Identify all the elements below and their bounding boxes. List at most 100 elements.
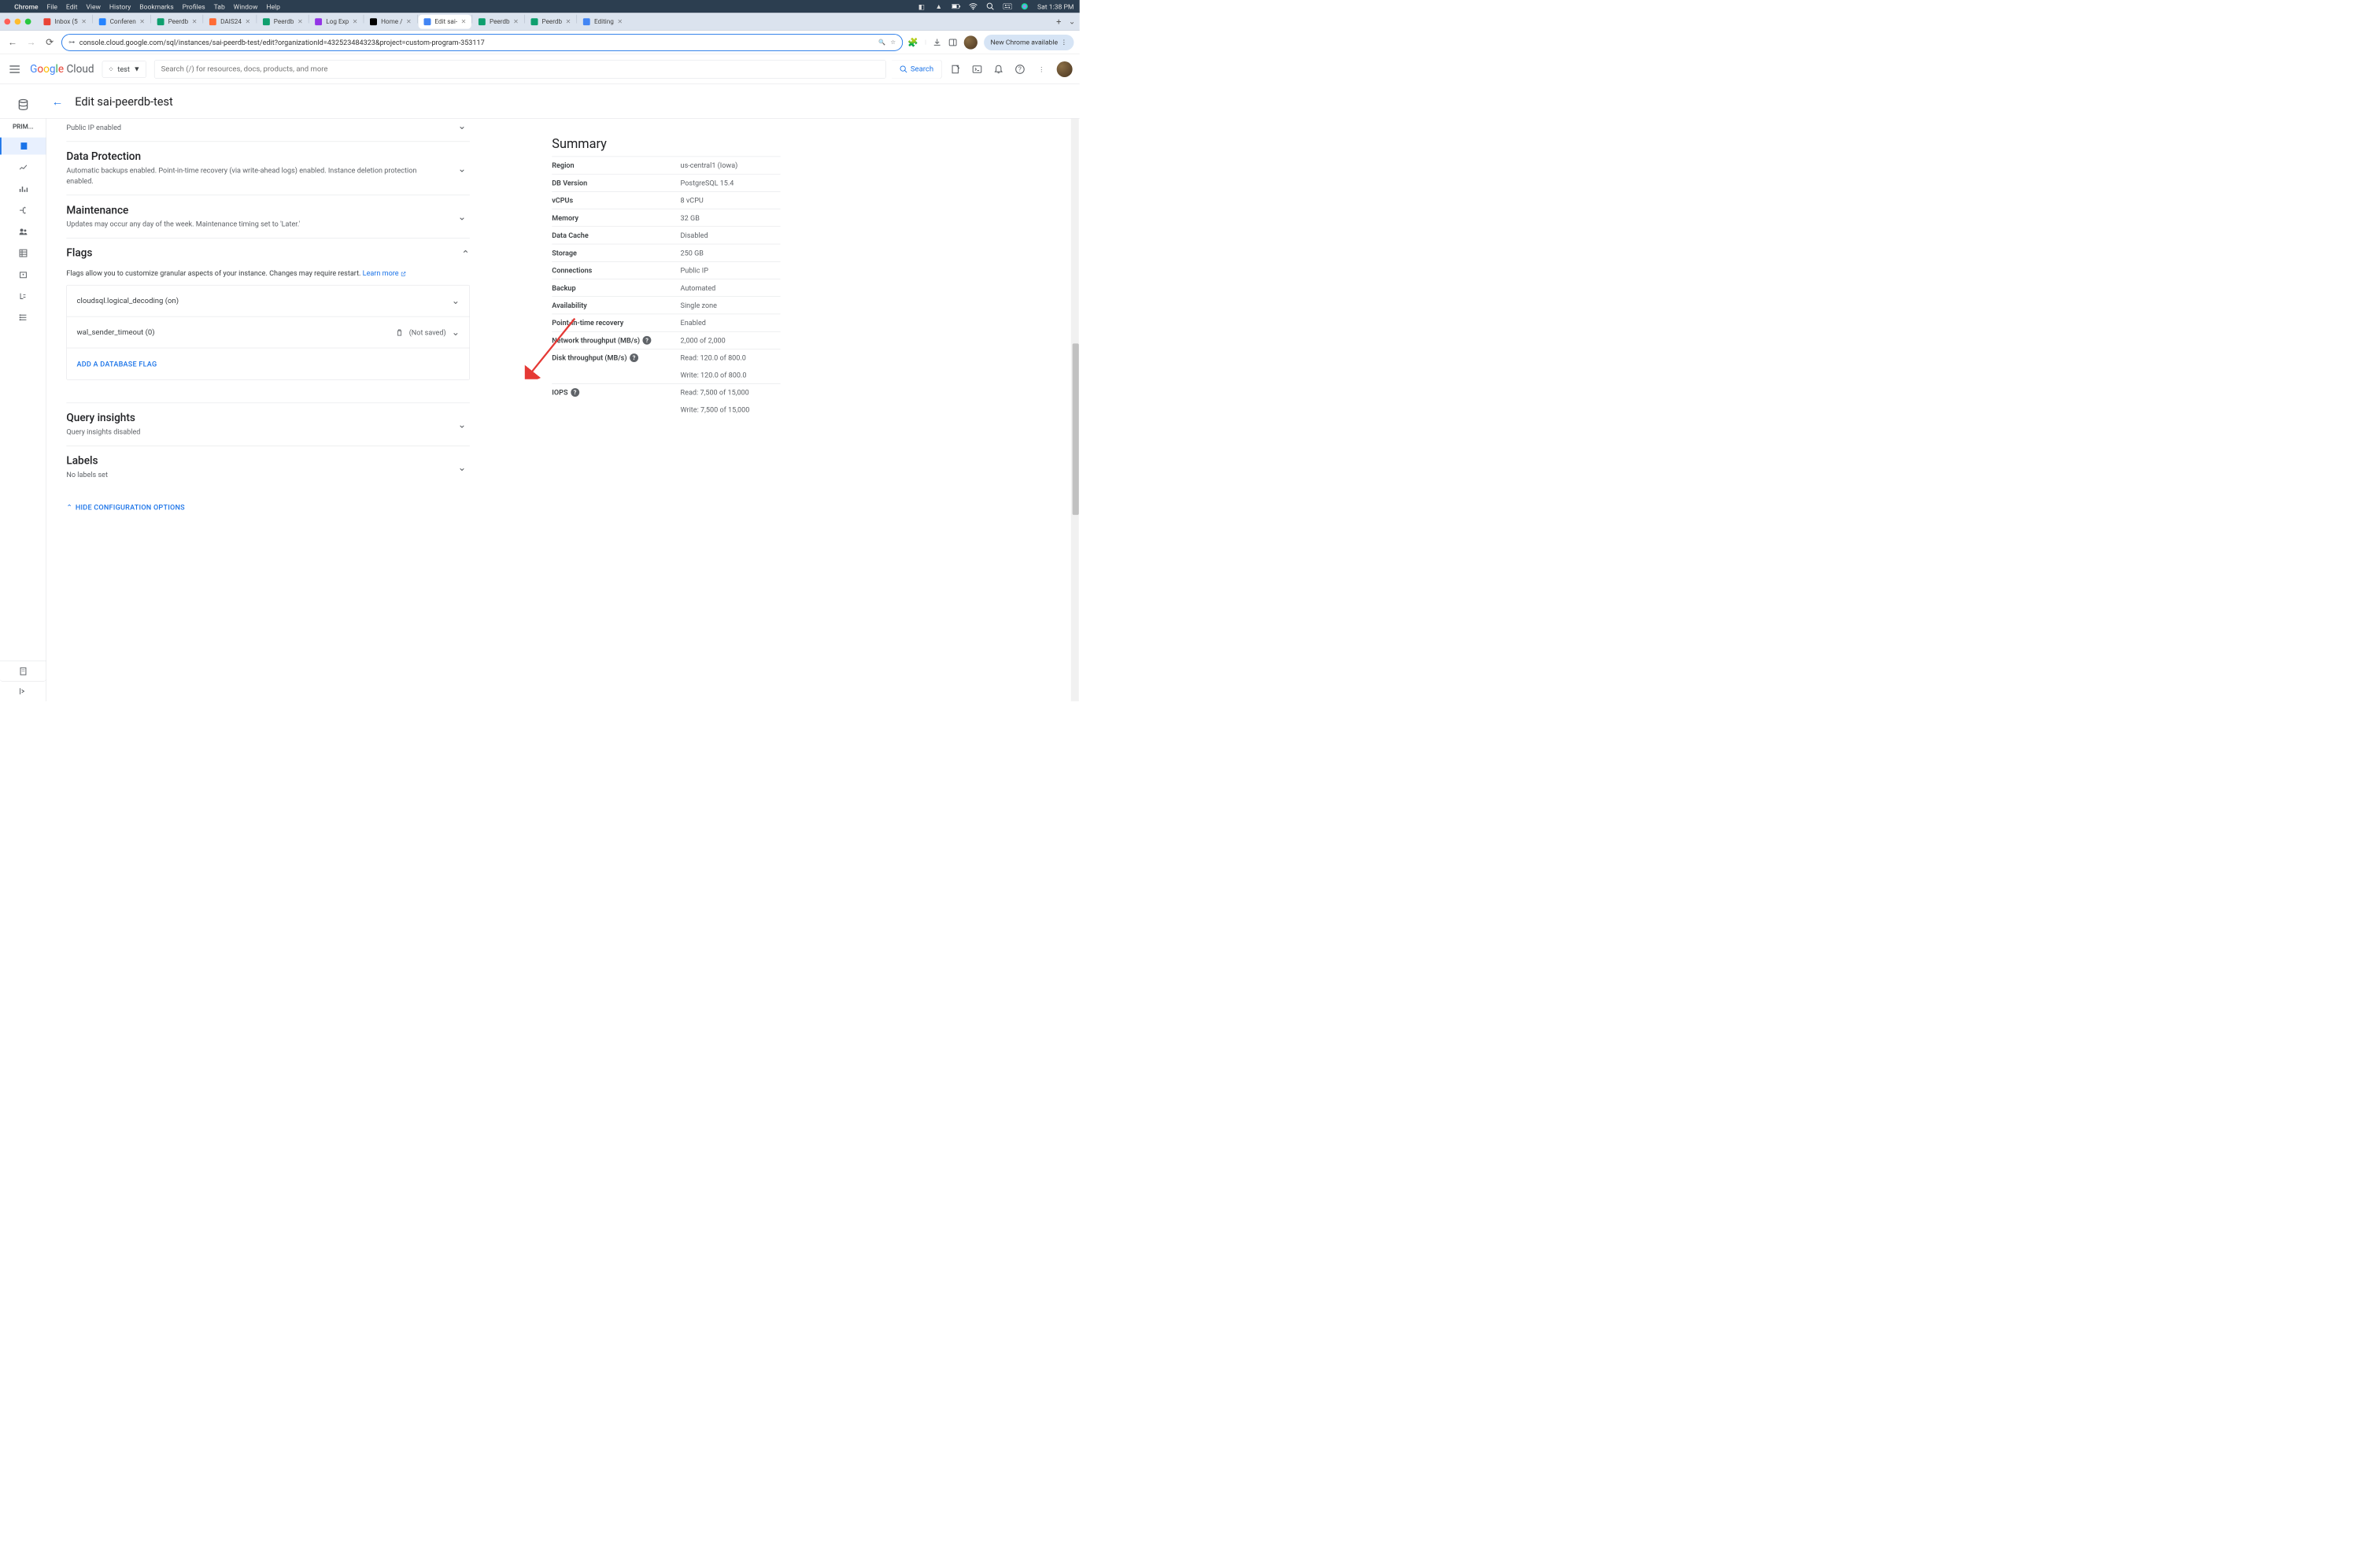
chevron-up-icon[interactable]: ⌃ [461, 248, 470, 260]
rail-databases[interactable] [13, 245, 32, 262]
search-button[interactable]: Search [892, 60, 941, 79]
close-tab-icon[interactable]: ✕ [617, 18, 623, 26]
menu-window[interactable]: Window [234, 2, 258, 10]
help-icon[interactable]: ? [1014, 63, 1026, 75]
menu-view[interactable]: View [86, 2, 101, 10]
menu-help[interactable]: Help [266, 2, 280, 10]
back-arrow[interactable]: ← [50, 94, 65, 109]
rail-operations[interactable] [13, 309, 32, 326]
close-tab-icon[interactable]: ✕ [192, 18, 198, 26]
browser-tab[interactable]: Peerdb✕ [473, 14, 523, 28]
browser-tab[interactable]: Edit sai-✕ [418, 14, 471, 28]
reload-button[interactable]: ⟳ [42, 35, 56, 49]
hide-config-button[interactable]: ⌃ HIDE CONFIGURATION OPTIONS [66, 503, 470, 512]
browser-tab[interactable]: Peerdb✕ [526, 14, 576, 28]
browser-tab[interactable]: Home /✕ [364, 14, 416, 28]
more-icon[interactable]: ⋮ [1035, 63, 1047, 75]
account-avatar[interactable] [1057, 61, 1073, 77]
section-maintenance[interactable]: Maintenance Updates may occur any day of… [66, 195, 470, 238]
scrollbar-thumb[interactable] [1073, 343, 1079, 515]
help-icon[interactable]: ? [643, 336, 652, 345]
browser-tab[interactable]: Peerdb✕ [257, 14, 308, 28]
spotlight-icon[interactable] [986, 2, 995, 11]
rail-query-insights[interactable] [13, 180, 32, 198]
project-picker[interactable]: ⁘ test ▼ [102, 61, 147, 78]
control-center-icon[interactable] [1003, 2, 1011, 11]
close-tab-icon[interactable]: ✕ [513, 18, 519, 26]
menu-edit[interactable]: Edit [66, 2, 78, 10]
add-flag-button[interactable]: ADD A DATABASE FLAG [67, 348, 470, 379]
rail-users[interactable] [13, 224, 32, 241]
browser-tab[interactable]: Log Exp✕ [309, 14, 363, 28]
rail-expand[interactable] [0, 681, 46, 701]
gcp-search[interactable] [154, 60, 886, 79]
rail-notes[interactable] [0, 661, 46, 681]
close-tab-icon[interactable]: ✕ [461, 18, 467, 26]
section-labels[interactable]: Labels No labels set ⌄ [66, 446, 470, 489]
close-window[interactable] [4, 19, 10, 25]
tray-icon[interactable]: ◧ [918, 2, 926, 11]
menu-file[interactable]: File [46, 2, 57, 10]
gcp-logo[interactable]: Google Cloud [30, 63, 94, 76]
rail-replicas[interactable] [13, 287, 32, 305]
cloud-shell-icon[interactable] [971, 63, 983, 75]
minimize-window[interactable] [15, 19, 21, 25]
back-button[interactable]: ← [6, 35, 19, 49]
site-info-icon[interactable]: ⊶ [68, 39, 75, 46]
close-tab-icon[interactable]: ✕ [81, 18, 87, 26]
battery-icon[interactable] [952, 2, 960, 11]
close-tab-icon[interactable]: ✕ [406, 18, 412, 26]
window-controls[interactable] [4, 19, 31, 25]
browser-tab[interactable]: Peerdb✕ [152, 14, 202, 28]
delete-icon[interactable] [395, 328, 403, 337]
section-query-insights[interactable]: Query insights Query insights disabled ⌄ [66, 403, 470, 446]
close-tab-icon[interactable]: ✕ [298, 18, 303, 26]
downloads-icon[interactable] [933, 38, 942, 47]
flag-row[interactable]: wal_sender_timeout (0) (Not saved) ⌄ [67, 316, 470, 348]
close-tab-icon[interactable]: ✕ [566, 18, 571, 26]
browser-tab[interactable]: Inbox (5✕ [39, 14, 92, 28]
close-tab-icon[interactable]: ✕ [353, 18, 358, 26]
rail-overview[interactable] [0, 138, 46, 155]
menu-bookmarks[interactable]: Bookmarks [139, 2, 174, 10]
chrome-update-button[interactable]: New Chrome available ⋮ [984, 35, 1074, 50]
bookmark-icon[interactable]: ☆ [890, 39, 896, 46]
browser-tab[interactable]: Editing✕ [578, 14, 628, 28]
help-icon[interactable]: ? [571, 388, 579, 397]
menu-tab[interactable]: Tab [214, 2, 225, 10]
browser-tab[interactable]: DAIS24✕ [204, 14, 255, 28]
nav-menu-icon[interactable] [7, 61, 22, 76]
address-bar[interactable]: ⊶ console.cloud.google.com/sql/instances… [61, 34, 903, 51]
sidepanel-icon[interactable] [948, 38, 958, 47]
zoom-icon[interactable]: 🔍 [878, 39, 885, 46]
siri-icon[interactable] [1020, 2, 1029, 11]
tab-overflow-icon[interactable]: ⌄ [1069, 17, 1075, 26]
maximize-window[interactable] [25, 19, 31, 25]
chevron-down-icon: ⌄ [452, 295, 460, 306]
menu-history[interactable]: History [109, 2, 131, 10]
menu-profiles[interactable]: Profiles [183, 2, 205, 10]
learn-more-link[interactable]: Learn more [363, 269, 406, 278]
rail-connections[interactable] [13, 202, 32, 219]
help-icon[interactable]: ? [630, 353, 638, 362]
flag-row[interactable]: cloudsql.logical_decoding (on) ⌄ [67, 285, 470, 316]
clock[interactable]: Sat 1:38 PM [1037, 2, 1074, 10]
wifi-icon[interactable] [969, 2, 978, 11]
browser-tab[interactable]: Conferen✕ [94, 14, 150, 28]
section-data-protection[interactable]: Data Protection Automatic backups enable… [66, 142, 470, 195]
section-networking[interactable]: Public IP enabled ⌄ [66, 122, 470, 142]
extensions-icon[interactable]: 🧩 [907, 37, 918, 47]
rail-backups[interactable] [13, 266, 32, 283]
new-tab-button[interactable]: + [1052, 15, 1065, 28]
app-name[interactable]: Chrome [14, 2, 38, 10]
summary-key: Storage [552, 249, 680, 257]
close-tab-icon[interactable]: ✕ [245, 18, 250, 26]
search-input[interactable] [154, 65, 885, 73]
close-tab-icon[interactable]: ✕ [139, 18, 145, 26]
rail-monitoring[interactable] [13, 159, 32, 176]
notifications-icon[interactable] [992, 63, 1004, 75]
tray-icon[interactable]: ▲ [934, 2, 943, 11]
sql-product-icon[interactable] [17, 98, 29, 110]
profile-avatar[interactable] [964, 35, 978, 49]
docs-icon[interactable] [950, 63, 962, 75]
